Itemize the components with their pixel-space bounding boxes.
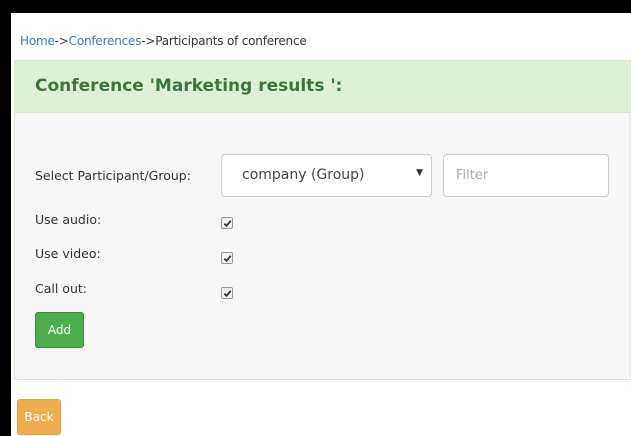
use-audio-checkbox[interactable]	[221, 217, 233, 229]
panel-heading: Conference 'Marketing results ':	[15, 61, 630, 113]
use-video-label: Use video:	[35, 246, 101, 261]
checkmark-icon	[223, 220, 232, 228]
use-video-checkbox[interactable]	[221, 252, 233, 264]
use-audio-label: Use audio:	[35, 212, 102, 227]
page-title: Conference 'Marketing results ':	[35, 76, 343, 96]
caret-down-icon: ▼	[416, 168, 423, 178]
participant-select[interactable]: company (Group) ▼	[221, 154, 432, 197]
breadcrumb-separator: ->	[54, 34, 69, 48]
breadcrumb: Home->Conferences->Participants of confe…	[20, 34, 307, 48]
conference-panel: Conference 'Marketing results ': Select …	[14, 60, 631, 380]
participant-label: Select Participant/Group:	[35, 168, 191, 183]
checkmark-icon	[223, 290, 232, 298]
checkmark-icon	[223, 255, 232, 263]
page: Home->Conferences->Participants of confe…	[11, 13, 631, 436]
call-out-label: Call out:	[35, 281, 87, 296]
participant-select-value: company (Group)	[242, 167, 365, 183]
call-out-checkbox[interactable]	[221, 287, 233, 299]
breadcrumb-home-link[interactable]: Home	[20, 34, 55, 48]
back-button[interactable]: Back	[17, 399, 61, 435]
breadcrumb-current: Participants of conference	[155, 34, 307, 48]
breadcrumb-conferences-link[interactable]: Conferences	[69, 34, 142, 48]
breadcrumb-separator: ->	[141, 34, 156, 48]
filter-input[interactable]	[443, 154, 609, 197]
add-button[interactable]: Add	[35, 312, 84, 348]
